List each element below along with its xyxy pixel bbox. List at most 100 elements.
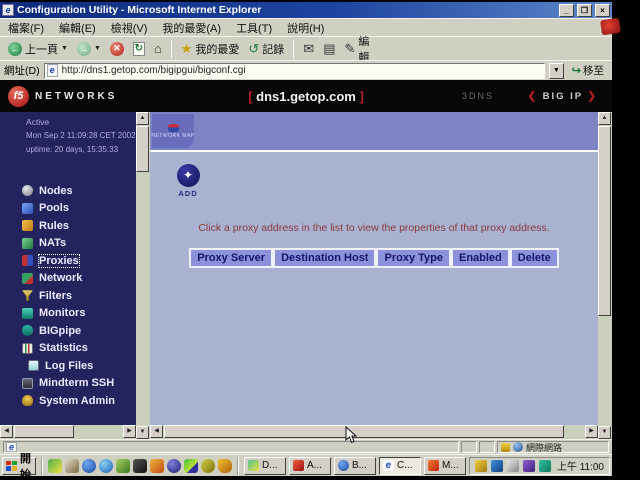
sidebar-item-monitors[interactable]: Monitors (0, 305, 134, 323)
home-icon: ⌂ (154, 42, 162, 55)
sidebar-item-pools[interactable]: Pools (0, 200, 134, 218)
network-map-label: NETWORK MAP (151, 133, 194, 139)
quicklaunch-icon[interactable] (201, 459, 215, 473)
scroll-left-icon[interactable]: ◀ (150, 425, 163, 438)
tray-icon[interactable] (523, 460, 535, 472)
scroll-left-icon[interactable]: ◀ (0, 425, 13, 438)
sidebar-item-nodes[interactable]: Nodes (0, 182, 134, 200)
quicklaunch-icon[interactable] (65, 459, 79, 473)
restore-button[interactable]: ❐ (577, 4, 592, 17)
quicklaunch-icon[interactable] (99, 459, 113, 473)
quicklaunch-icon[interactable] (184, 459, 198, 473)
tray-icon[interactable] (491, 460, 503, 472)
scroll-right-icon[interactable]: ▶ (585, 425, 598, 438)
sidebar-item-log-files[interactable]: Log Files (0, 357, 134, 375)
back-label: 上一頁 (25, 41, 58, 57)
home-button[interactable]: ⌂ (151, 41, 165, 56)
column-header-delete[interactable]: Delete (510, 248, 559, 268)
scrollbar-thumb[interactable] (14, 425, 74, 438)
go-label: 移至 (583, 63, 604, 78)
mail-button[interactable]: ✉ (300, 41, 317, 56)
tray-icon[interactable] (539, 460, 551, 472)
product-3dns-label: 3DNS (462, 91, 494, 101)
address-dropdown-icon[interactable]: ▼ (549, 63, 564, 79)
quicklaunch-icon[interactable] (218, 459, 232, 473)
network-map-button[interactable]: NETWORK MAP (152, 114, 194, 148)
sidebar-item-rules[interactable]: Rules (0, 217, 134, 235)
mail-icon: ✉ (303, 42, 314, 55)
menu-favorites[interactable]: 我的最愛(A) (162, 20, 221, 36)
column-header-destination-host[interactable]: Destination Host (273, 248, 376, 268)
sidebar-item-label: Mindterm SSH (39, 377, 114, 389)
taskbar-divider (41, 457, 43, 475)
scrollbar-thumb[interactable] (598, 126, 611, 316)
mouse-cursor (345, 426, 358, 444)
forward-button[interactable]: → ▼ (74, 41, 104, 57)
favorites-icon: ★ (181, 42, 193, 55)
scrollbar-thumb[interactable] (164, 425, 564, 438)
scroll-down-icon[interactable]: ▼ (136, 426, 149, 439)
statistics-icon (22, 343, 33, 354)
history-button[interactable]: ↺ 記錄 (245, 40, 287, 58)
taskbar-window-button[interactable]: M... (424, 457, 466, 475)
stop-button[interactable]: ✕ (107, 41, 127, 57)
quicklaunch-icon[interactable] (48, 459, 62, 473)
go-button[interactable]: ↪ 移至 (568, 63, 608, 79)
bracket-right: ] (359, 89, 363, 104)
taskbar-window-button[interactable]: A... (289, 457, 331, 475)
back-dropdown-icon[interactable]: ▼ (61, 45, 68, 52)
address-bar: 網址(D) e http://dns1.getop.com/bigipgui/b… (0, 60, 612, 80)
scroll-up-icon[interactable]: ▲ (598, 112, 611, 125)
menu-help[interactable]: 說明(H) (287, 20, 324, 36)
sidebar-item-mindterm-ssh[interactable]: Mindterm SSH (0, 375, 134, 393)
refresh-button[interactable]: ↻ (130, 41, 148, 57)
content-horizontal-scrollbar[interactable]: ◀ ▶ (150, 425, 598, 439)
toolbar-separator (171, 40, 172, 58)
menu-edit[interactable]: 編輯(E) (59, 20, 96, 36)
start-button[interactable]: 開始 (2, 457, 36, 475)
sidebar-item-proxies[interactable]: Proxies (0, 252, 134, 270)
add-proxy-button[interactable]: ✦ ADD (166, 164, 210, 198)
close-button[interactable]: × (595, 4, 610, 17)
taskbar-window-button[interactable]: D... (244, 457, 286, 475)
address-input[interactable]: e http://dns1.getop.com/bigipgui/bigconf… (44, 63, 545, 79)
taskbar-window-button-active[interactable]: e C... (379, 457, 421, 475)
tray-icon[interactable] (475, 460, 487, 472)
quicklaunch-icon[interactable] (133, 459, 147, 473)
content-frame: NETWORK MAP Proxies Proxy Statistics Cre… (150, 112, 598, 425)
tray-icon[interactable] (507, 460, 519, 472)
content-vertical-scrollbar[interactable]: ▲ ▼ (598, 112, 612, 439)
scroll-down-icon[interactable]: ▼ (598, 426, 611, 439)
menu-tools[interactable]: 工具(T) (236, 20, 272, 36)
sidebar-item-bigpipe[interactable]: BIGpipe (0, 322, 134, 340)
frame-divider-scrollbar[interactable]: ▲ ▼ (136, 112, 150, 439)
scrollbar-thumb[interactable] (136, 126, 149, 172)
sidebar-item-statistics[interactable]: Statistics (0, 340, 134, 358)
quicklaunch-icon[interactable] (116, 459, 130, 473)
quicklaunch-icon[interactable] (167, 459, 181, 473)
bracket-left: [ (248, 89, 252, 104)
forward-dropdown-icon[interactable]: ▼ (94, 45, 101, 52)
scroll-right-icon[interactable]: ▶ (123, 425, 136, 438)
scroll-up-icon[interactable]: ▲ (136, 112, 149, 125)
favorites-button[interactable]: ★ 我的最愛 (178, 40, 243, 58)
sidebar-item-label: Pools (39, 202, 69, 214)
hostname-text: dns1.getop.com (256, 89, 356, 104)
column-header-proxy-server[interactable]: Proxy Server (189, 248, 273, 268)
sidebar-item-network[interactable]: Network (0, 270, 134, 288)
menu-view[interactable]: 檢視(V) (111, 20, 148, 36)
favorites-label: 我的最愛 (195, 41, 239, 57)
sidebar-horizontal-scrollbar[interactable]: ◀ ▶ (0, 425, 136, 439)
column-header-proxy-type[interactable]: Proxy Type (376, 248, 451, 268)
minimize-button[interactable]: _ (559, 4, 574, 17)
sidebar-item-filters[interactable]: Filters (0, 287, 134, 305)
quicklaunch-icon[interactable] (82, 459, 96, 473)
sidebar-item-nats[interactable]: NATs (0, 235, 134, 253)
sidebar-item-system-admin[interactable]: System Admin (0, 392, 134, 410)
print-button[interactable]: ▤ (320, 41, 338, 56)
taskbar-window-button[interactable]: B... (334, 457, 376, 475)
quicklaunch-icon[interactable] (150, 459, 164, 473)
menu-file[interactable]: 檔案(F) (8, 20, 44, 36)
column-header-enabled[interactable]: Enabled (451, 248, 510, 268)
back-button[interactable]: ← 上一頁 ▼ (5, 40, 71, 58)
